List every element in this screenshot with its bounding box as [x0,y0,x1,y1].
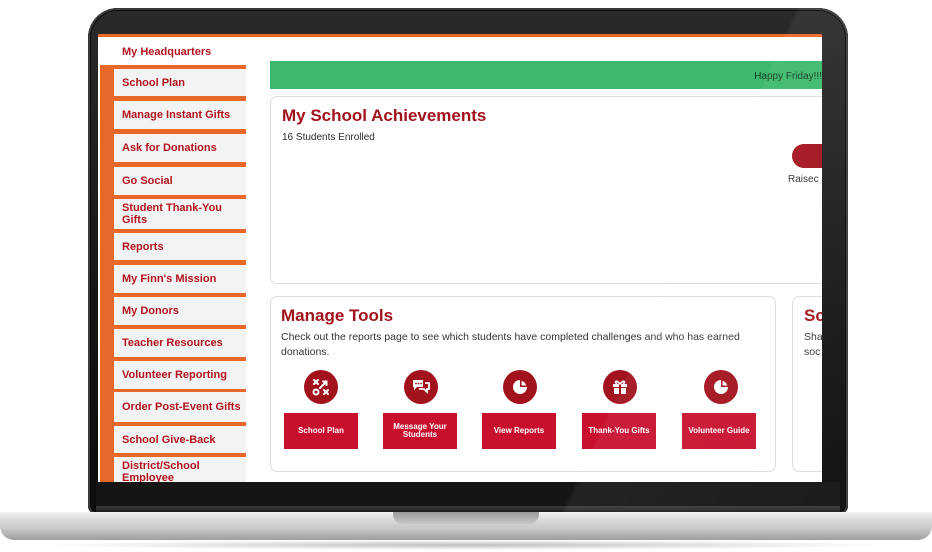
sidebar-item-go-social[interactable]: Go Social [114,167,246,195]
pie-chart-icon[interactable] [704,370,738,404]
volunteer-guide-button[interactable]: Volunteer Guide [682,413,756,449]
sidebar-header[interactable]: My Headquarters [100,37,246,65]
school-plan-button[interactable]: School Plan [284,413,358,449]
greeting-text: Happy Friday!!! [754,71,822,82]
sidebar-item-my-finns-mission[interactable]: My Finn's Mission [114,265,246,293]
laptop-bezel [96,482,840,508]
sidebar: My Headquarters School Plan Manage Insta… [100,37,246,482]
sidebar-item-my-donors[interactable]: My Donors [114,297,246,325]
social-line-1: Sha [804,331,822,343]
sidebar-item-teacher-resources[interactable]: Teacher Resources [114,329,246,357]
pie-chart-icon[interactable] [503,370,537,404]
social-card-description: Sha soc [804,330,822,360]
sidebar-item-order-post-event-gifts[interactable]: Order Post-Event Gifts [114,392,246,422]
strategy-icon[interactable] [304,370,338,404]
social-line-2: soc [804,346,821,358]
sidebar-item-label: Manage Instant Gifts [122,109,231,121]
sidebar-item-label: School Plan [122,76,185,89]
sidebar-item-district-school-employee[interactable]: District/School Employee [114,457,246,482]
message-your-students-button[interactable]: Message Your Students [383,413,457,449]
raised-badge [792,144,822,168]
sidebar-item-label: My Finn's Mission [122,273,217,285]
greeting-banner: Happy Friday!!! [270,61,822,89]
sidebar-item-label: Student Thank-You Gifts [122,202,223,226]
sidebar-item-label: Order Post-Event Gifts [122,401,241,413]
sidebar-item-manage-instant-gifts[interactable]: Manage Instant Gifts [114,101,246,129]
gift-icon[interactable] [603,370,637,404]
sidebar-item-label: My Donors [122,305,179,317]
chat-icon[interactable] [404,370,438,404]
sidebar-item-student-thank-you-gifts[interactable]: Student Thank-You Gifts [114,199,246,229]
sidebar-item-volunteer-reporting[interactable]: Volunteer Reporting [114,361,246,389]
sidebar-item-label: District/School Employee [122,460,200,482]
thank-you-gifts-button[interactable]: Thank-You Gifts [582,413,656,449]
screen: My Headquarters School Plan Manage Insta… [98,34,822,482]
view-reports-button[interactable]: View Reports [482,413,556,449]
social-card-title: Sc [804,306,822,325]
raised-label: Raisec [788,174,819,185]
sidebar-item-label: Go Social [122,175,173,187]
students-enrolled: 16 Students Enrolled [282,132,375,143]
manage-tools-description: Check out the reports page to see which … [281,331,740,358]
sidebar-item-ask-for-donations[interactable]: Ask for Donations [114,134,246,162]
sidebar-item-school-plan[interactable]: School Plan [114,69,246,96]
sidebar-item-label: School Give-Back [122,433,216,446]
sidebar-item-label: Ask for Donations [122,142,217,154]
sidebar-item-school-give-back[interactable]: School Give-Back [114,426,246,453]
sidebar-item-label: Volunteer Reporting [122,369,227,381]
achievements-title: My School Achievements [282,106,487,125]
sidebar-item-reports[interactable]: Reports [114,233,246,260]
manage-tools-title: Manage Tools [281,306,394,325]
sidebar-item-label: Reports [122,240,164,253]
laptop-shadow [40,540,892,550]
sidebar-item-label: Teacher Resources [122,337,223,349]
sidebar-header-label: My Headquarters [122,46,212,58]
laptop-notch [393,512,539,524]
